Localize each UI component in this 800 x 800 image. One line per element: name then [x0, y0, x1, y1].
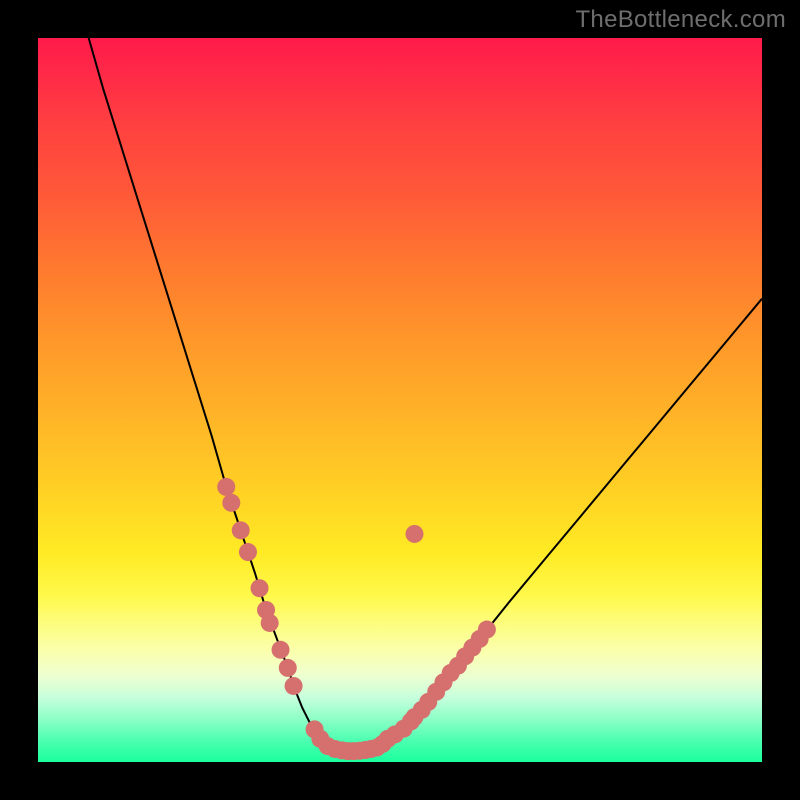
data-point	[285, 677, 303, 695]
data-point	[272, 641, 290, 659]
marker-dots	[217, 478, 496, 760]
data-point	[217, 478, 235, 496]
bottleneck-curve	[89, 38, 762, 751]
data-point	[478, 621, 496, 639]
data-point	[239, 543, 257, 561]
chart-svg	[38, 38, 762, 762]
data-point	[405, 525, 423, 543]
watermark-text: TheBottleneck.com	[575, 6, 786, 34]
data-point	[261, 614, 279, 632]
data-point	[232, 521, 250, 539]
data-point	[279, 659, 297, 677]
data-point	[251, 579, 269, 597]
plot-area	[38, 38, 762, 762]
chart-frame: TheBottleneck.com	[0, 0, 800, 800]
data-point	[222, 494, 240, 512]
